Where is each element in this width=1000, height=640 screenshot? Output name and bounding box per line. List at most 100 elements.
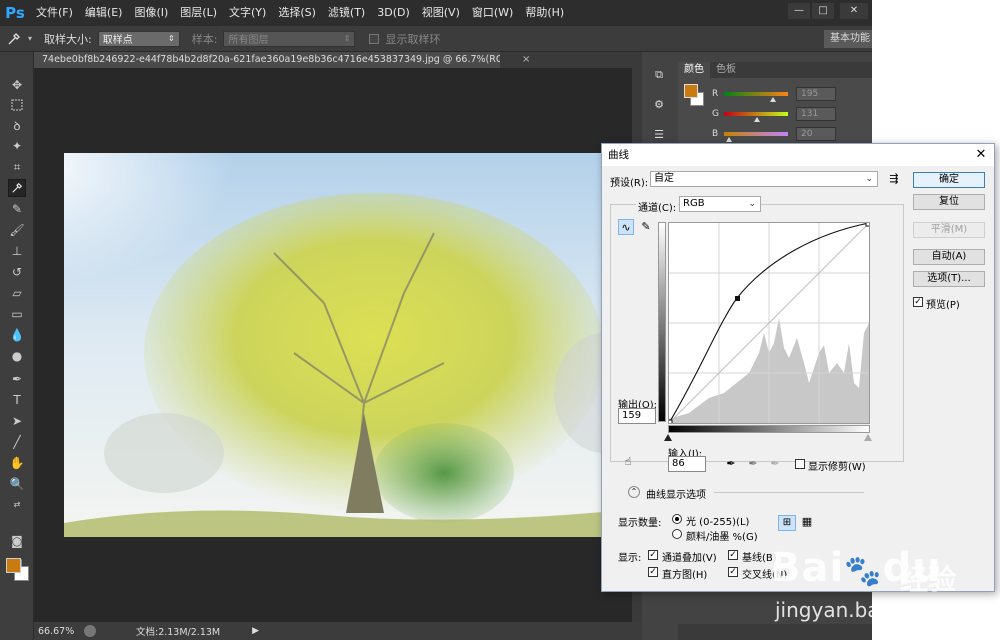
output-field[interactable]: 159	[618, 408, 656, 424]
tab-swatches[interactable]: 色板	[710, 62, 742, 78]
menu-edit[interactable]: 编辑(E)	[79, 0, 129, 26]
status-menu-arrow-icon[interactable]: ▶	[252, 626, 259, 636]
sample-select[interactable]: 所有图层 ⇕	[223, 30, 356, 47]
black-eyedropper-icon[interactable]: ✒	[724, 457, 738, 471]
document-image[interactable]	[64, 153, 644, 537]
blue-value-field[interactable]: 20	[796, 127, 836, 141]
quick-mask-icon[interactable]: ◙	[8, 532, 26, 550]
move-tool-icon[interactable]: ✥	[8, 76, 26, 94]
marquee-tool-icon[interactable]	[8, 96, 26, 114]
workspace-switcher[interactable]: 基本功能	[824, 30, 872, 48]
green-slider[interactable]	[724, 112, 788, 122]
target-adjustment-hand-icon[interactable]: ☝	[620, 454, 636, 470]
clone-stamp-tool-icon[interactable]: ⊥	[8, 242, 26, 260]
history-brush-tool-icon[interactable]: ↺	[8, 263, 26, 281]
menu-image[interactable]: 图像(I)	[128, 0, 174, 26]
white-point-slider-icon[interactable]	[864, 434, 872, 441]
menu-layer[interactable]: 图层(L)	[174, 0, 223, 26]
blue-slider[interactable]	[724, 132, 788, 142]
minimize-button[interactable]: —	[788, 3, 810, 19]
tool-preset-dropdown-icon[interactable]: ▾	[28, 34, 32, 43]
gradient-tool-icon[interactable]: ▭	[8, 305, 26, 323]
collapse-toggle-icon[interactable]: ⌃	[628, 486, 640, 498]
show-clipping-checkbox[interactable]	[795, 459, 805, 469]
adjustments-panel-icon[interactable]: ☰	[651, 128, 667, 144]
pen-tool-icon[interactable]: ✒	[8, 370, 26, 388]
ok-button[interactable]: 确定	[913, 172, 985, 188]
document-tab[interactable]: 74ebe0bf8b246922-e44f78b4b2d8f20a-621fae…	[34, 52, 500, 68]
zoom-level[interactable]: 66.67%	[38, 626, 78, 637]
eyedropper-tool-icon[interactable]	[8, 179, 26, 197]
menu-help[interactable]: 帮助(H)	[519, 0, 570, 26]
menu-file[interactable]: 文件(F)	[30, 0, 79, 26]
menu-filter[interactable]: 滤镜(T)	[322, 0, 371, 26]
status-info-icon[interactable]	[84, 625, 96, 637]
white-eyedropper-icon[interactable]: ✒	[768, 457, 782, 471]
reset-button[interactable]: 复位	[913, 194, 985, 210]
history-panel-icon[interactable]: ⧉	[651, 68, 667, 84]
baseline-checkbox[interactable]: ✓	[728, 550, 738, 560]
red-slider-thumb[interactable]	[770, 97, 776, 102]
light-radio[interactable]	[672, 514, 682, 524]
maximize-button[interactable]: □	[812, 3, 834, 19]
red-value-field[interactable]: 195	[796, 87, 836, 101]
close-tab-icon[interactable]: ×	[522, 54, 530, 65]
red-slider[interactable]	[724, 92, 788, 102]
canvas-area[interactable]	[34, 68, 644, 622]
channel-select[interactable]: RGB ⌄	[679, 196, 761, 212]
menu-view[interactable]: 视图(V)	[416, 0, 466, 26]
color-panel-foreground-swatch[interactable]	[684, 84, 698, 98]
brush-tool-icon[interactable]: 🖌	[8, 221, 26, 239]
input-field[interactable]: 86	[668, 456, 706, 472]
intersection-checkbox[interactable]: ✓	[728, 567, 738, 577]
histogram-checkbox[interactable]: ✓	[648, 567, 658, 577]
magic-wand-tool-icon[interactable]: ✦	[8, 137, 26, 155]
hand-tool-icon[interactable]: ✋	[8, 454, 26, 472]
dialog-close-button[interactable]: ✕	[974, 144, 988, 166]
blue-channel-row: B 20	[712, 126, 872, 142]
pigment-radio[interactable]	[672, 529, 682, 539]
menu-window[interactable]: 窗口(W)	[466, 0, 519, 26]
black-point-slider-icon[interactable]	[664, 434, 672, 441]
tab-color[interactable]: 颜色	[678, 62, 710, 78]
type-tool-icon[interactable]: T	[8, 391, 26, 409]
channel-overlays-checkbox[interactable]: ✓	[648, 550, 658, 560]
curve-pencil-tool-icon[interactable]: ✎	[638, 219, 654, 235]
menu-select[interactable]: 选择(S)	[272, 0, 322, 26]
eraser-tool-icon[interactable]: ▱	[8, 284, 26, 302]
document-tabs: 74ebe0bf8b246922-e44f78b4b2d8f20a-621fae…	[34, 52, 642, 68]
blue-slider-thumb[interactable]	[726, 137, 732, 142]
auto-button[interactable]: 自动(A)	[913, 249, 985, 265]
dodge-tool-icon[interactable]: ●	[8, 347, 26, 365]
green-value-field[interactable]: 131	[796, 107, 836, 121]
path-selection-tool-icon[interactable]: ➤	[8, 412, 26, 430]
foreground-color-swatch[interactable]	[6, 558, 21, 573]
swap-colors-icon[interactable]: ⇄	[8, 495, 26, 513]
zoom-tool-icon[interactable]: 🔍	[8, 475, 26, 493]
smooth-button[interactable]: 平滑(M)	[913, 222, 985, 238]
simple-grid-icon[interactable]: ⊞	[778, 515, 796, 531]
curve-graph[interactable]	[667, 221, 871, 425]
show-sampling-ring-checkbox[interactable]	[369, 33, 380, 44]
options-button[interactable]: 选项(T)...	[913, 271, 985, 287]
lasso-tool-icon[interactable]: ꝺ	[8, 116, 26, 134]
gray-eyedropper-icon[interactable]: ✒	[746, 457, 760, 471]
close-app-button[interactable]: ✕	[840, 3, 868, 19]
curve-svg[interactable]	[667, 221, 871, 425]
preset-options-icon[interactable]: ⇶	[886, 171, 902, 187]
green-slider-thumb[interactable]	[754, 117, 760, 122]
curve-point-tool-icon[interactable]: ∿	[618, 219, 634, 235]
healing-brush-tool-icon[interactable]: ✎	[8, 200, 26, 218]
menu-3d[interactable]: 3D(D)	[371, 0, 416, 26]
preset-select[interactable]: 自定 ⌄	[650, 171, 878, 187]
line-tool-icon[interactable]: ╱	[8, 433, 26, 451]
crop-tool-icon[interactable]: ⌗	[8, 158, 26, 176]
menu-type[interactable]: 文字(Y)	[223, 0, 272, 26]
blur-tool-icon[interactable]: 💧	[8, 326, 26, 344]
eyedropper-tool-icon[interactable]	[6, 31, 22, 47]
properties-panel-icon[interactable]: ⚙	[651, 98, 667, 114]
sample-size-select[interactable]: 取样点 ⇕	[97, 30, 180, 47]
preview-checkbox[interactable]: ✓	[913, 297, 923, 307]
section-divider	[714, 492, 864, 493]
detailed-grid-icon[interactable]: ▦	[798, 515, 816, 531]
